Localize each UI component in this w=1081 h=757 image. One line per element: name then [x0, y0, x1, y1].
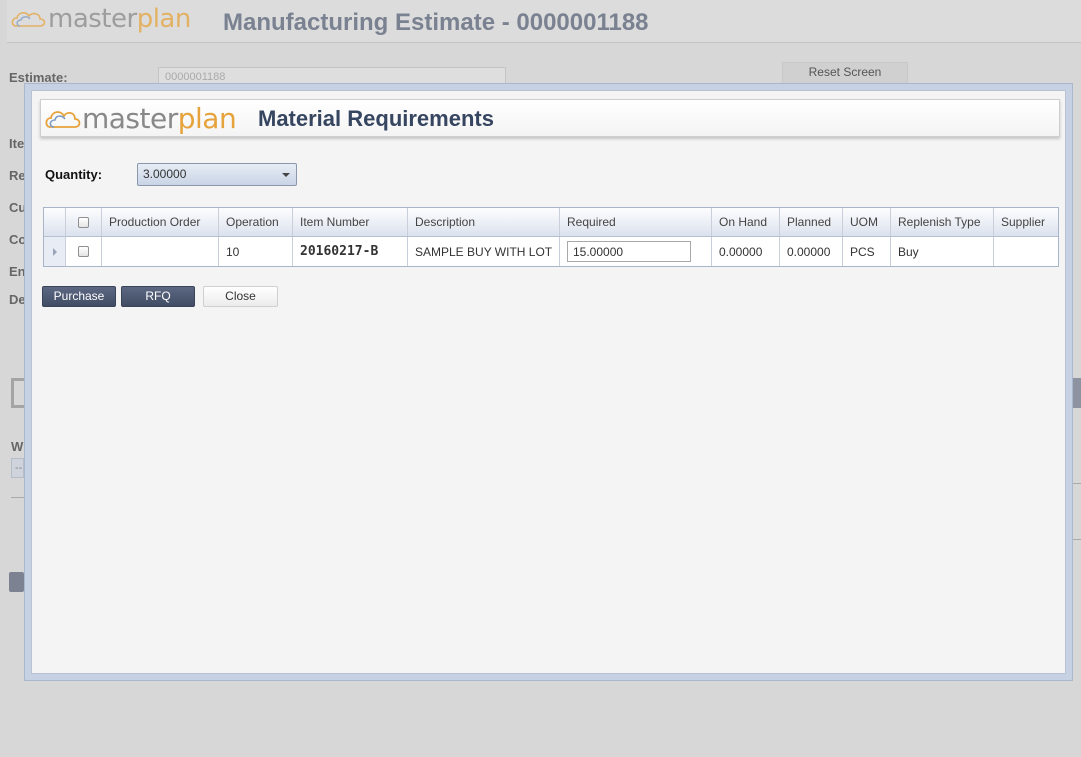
- page-title: Manufacturing Estimate - 0000001188: [223, 9, 649, 36]
- material-requirements-dialog: masterplan Material Requirements Quantit…: [24, 83, 1073, 681]
- masterplan-logo: masterplan: [44, 102, 237, 135]
- cell-planned: 0.00000: [780, 237, 843, 266]
- col-supplier[interactable]: Supplier: [994, 208, 1058, 236]
- reset-screen-button[interactable]: Reset Screen: [782, 62, 908, 84]
- cloud-logo-icon: [45, 110, 81, 128]
- col-uom[interactable]: UOM: [843, 208, 891, 236]
- item-number-text: 20160217-B: [300, 244, 379, 259]
- bg-right-divider: [1073, 483, 1081, 484]
- bg-right-divider-2: [1073, 539, 1081, 540]
- bg-dropdown[interactable]: --: [11, 458, 24, 478]
- bg-label-w: W: [11, 439, 24, 454]
- logo-text-plan: plan: [177, 102, 237, 135]
- bg-button[interactable]: [9, 572, 24, 592]
- cell-replenish-type: Buy: [891, 237, 994, 266]
- col-on-hand[interactable]: On Hand: [712, 208, 780, 236]
- bg-label-item: Ite: [9, 136, 25, 151]
- col-replenish-type[interactable]: Replenish Type: [891, 208, 994, 236]
- logo-text-plan: plan: [136, 4, 192, 34]
- col-required[interactable]: Required: [560, 208, 712, 236]
- row-expander-cell[interactable]: [44, 237, 66, 266]
- header-select-all-cell: [66, 208, 102, 236]
- col-production-order[interactable]: Production Order: [102, 208, 219, 236]
- cell-required: [560, 237, 712, 266]
- quantity-label: Quantity:: [45, 167, 103, 182]
- row-select-cell: [66, 237, 102, 266]
- header-expander-cell: [44, 208, 66, 236]
- col-operation[interactable]: Operation: [219, 208, 293, 236]
- dialog-body: masterplan Material Requirements Quantit…: [31, 90, 1066, 674]
- logo-text-master: master: [48, 4, 137, 34]
- cell-production-order: [102, 237, 219, 266]
- row-checkbox[interactable]: [78, 246, 89, 257]
- cell-supplier: [994, 237, 1058, 266]
- cell-operation: 10: [219, 237, 293, 266]
- select-all-checkbox[interactable]: [78, 216, 89, 228]
- cell-uom: PCS: [843, 237, 891, 266]
- col-planned[interactable]: Planned: [780, 208, 843, 236]
- cell-item-number: 20160217-B: [293, 237, 408, 266]
- chevron-down-icon: [282, 173, 290, 177]
- dialog-header: masterplan Material Requirements: [40, 99, 1060, 137]
- cloud-logo-icon: [11, 12, 46, 27]
- rfq-button[interactable]: RFQ: [121, 286, 195, 307]
- purchase-button[interactable]: Purchase: [42, 286, 116, 307]
- masterplan-logo: masterplan: [10, 4, 191, 34]
- bg-divider: [11, 497, 24, 498]
- dialog-title: Material Requirements: [258, 106, 494, 131]
- required-input[interactable]: [567, 241, 691, 262]
- material-grid: Production Order Operation Item Number D…: [43, 207, 1059, 267]
- bg-panel-edge: [11, 378, 24, 408]
- quantity-select[interactable]: 3.00000: [137, 163, 297, 186]
- cell-on-hand: 0.00000: [712, 237, 780, 266]
- expand-arrow-icon[interactable]: [52, 247, 57, 256]
- cell-description: SAMPLE BUY WITH LOT: [408, 237, 560, 266]
- col-description[interactable]: Description: [408, 208, 560, 236]
- close-button[interactable]: Close: [203, 286, 278, 307]
- quantity-value: 3.00000: [143, 167, 187, 181]
- col-item-number[interactable]: Item Number: [293, 208, 408, 236]
- bg-right-button[interactable]: [1073, 378, 1081, 408]
- table-row[interactable]: 10 20160217-B SAMPLE BUY WITH LOT 0.0000…: [44, 237, 1058, 266]
- logo-text-master: master: [82, 102, 178, 135]
- grid-header-row: Production Order Operation Item Number D…: [44, 208, 1058, 237]
